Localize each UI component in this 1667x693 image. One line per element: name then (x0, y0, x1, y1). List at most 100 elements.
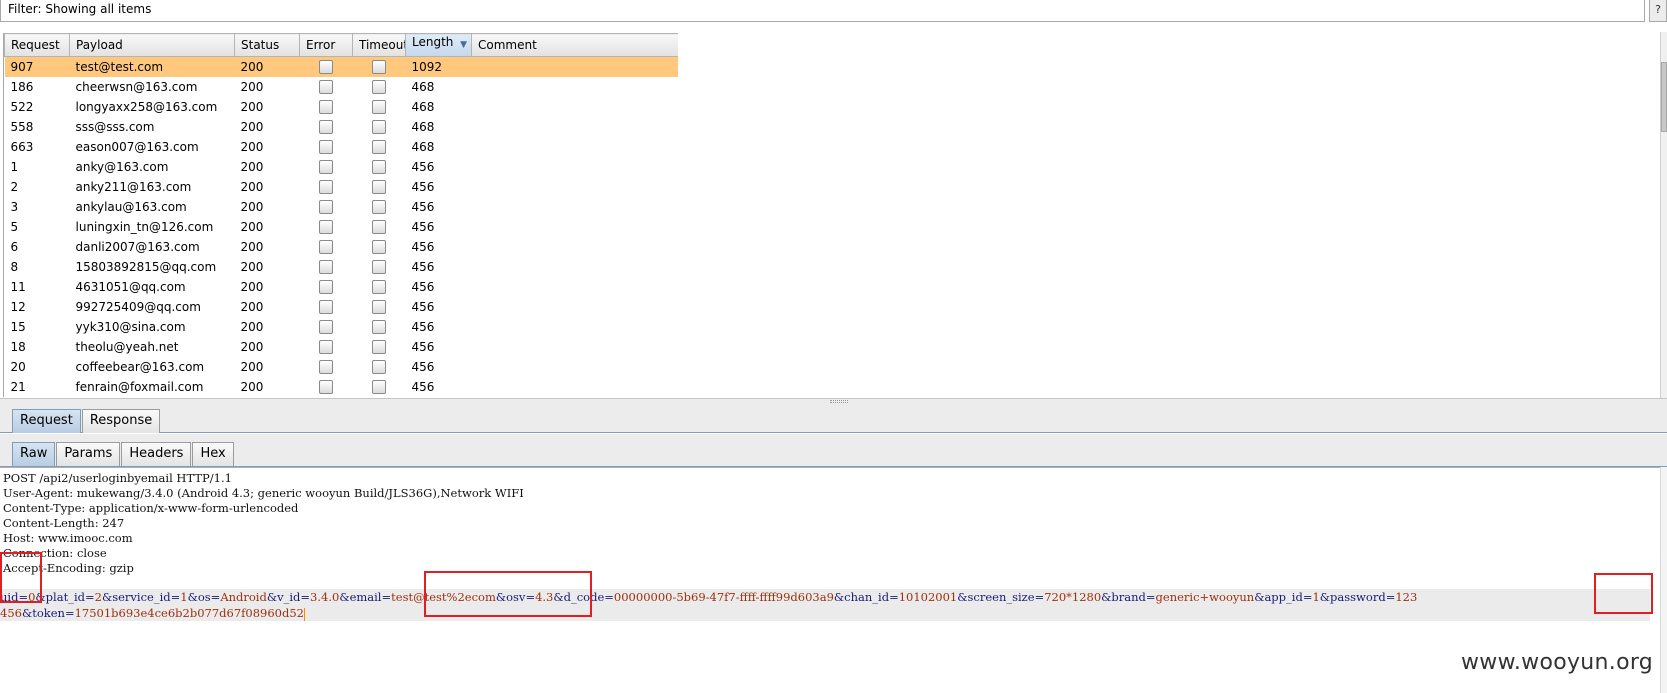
cell-payload: cheerwsn@163.com (75, 79, 198, 94)
table-row[interactable]: 20 coffeebear@163.com 200 456 (5, 357, 679, 377)
param-equals: = (1385, 590, 1396, 604)
cell-length: 456 (411, 339, 435, 354)
error-checkbox[interactable] (319, 299, 333, 314)
cell-length: 456 (411, 299, 435, 314)
tab-view-hex[interactable]: Hex (192, 442, 234, 466)
tab-request[interactable]: Request (12, 409, 81, 433)
param-value: 123 (1395, 590, 1418, 604)
cell-payload: 4631051@qq.com (75, 279, 186, 294)
table-body: 907 test@test.com 200 1092 186 cheerwsn@163.c… (4, 56, 679, 397)
table-row[interactable]: 907 test@test.com 200 1092 (4, 56, 678, 77)
timeout-checkbox[interactable] (372, 179, 386, 194)
table-row[interactable]: 5 luningxin_tn@126.com 200 456 (5, 217, 679, 237)
table-row[interactable]: 558 sss@sss.com 200 468 (5, 117, 679, 137)
param-name: v_id (277, 590, 301, 604)
table-row[interactable]: 663 eason007@163.com 200 468 (5, 137, 679, 157)
timeout-checkbox[interactable] (372, 99, 386, 114)
error-checkbox[interactable] (319, 79, 333, 94)
raw-message-editor[interactable]: POST /api2/userloginbyemail HTTP/1.1 User… (0, 467, 1667, 693)
table-row[interactable]: 21 fenrain@foxmail.com 200 456 (5, 377, 679, 397)
timeout-checkbox[interactable] (372, 259, 386, 274)
table-row[interactable]: 522 longyaxx258@163.com 200 468 (5, 97, 679, 117)
cell-payload: coffeebear@163.com (75, 359, 205, 374)
error-checkbox[interactable] (319, 359, 333, 374)
tab-view-raw[interactable]: Raw (12, 442, 56, 466)
cell-comment (472, 117, 679, 137)
cell-payload: danli2007@163.com (75, 239, 200, 254)
table-scrollbar-thumb[interactable] (1661, 62, 1667, 132)
error-cell (300, 317, 353, 337)
table-row[interactable]: 11 4631051@qq.com 200 456 (5, 277, 679, 297)
error-checkbox[interactable] (319, 119, 333, 134)
table-row[interactable]: 12 992725409@qq.com 200 456 (5, 297, 679, 317)
filter-bar[interactable]: Filter: Showing all items (0, 0, 1645, 22)
timeout-checkbox[interactable] (372, 199, 386, 214)
error-checkbox[interactable] (319, 219, 333, 234)
cell-length: 456 (411, 179, 435, 194)
column-header-request[interactable]: Request (4, 33, 70, 57)
error-checkbox[interactable] (319, 379, 333, 394)
table-row[interactable]: 186 cheerwsn@163.com 200 468 (5, 77, 679, 97)
table-row[interactable]: 2 anky211@163.com 200 456 (5, 177, 679, 197)
timeout-checkbox[interactable] (372, 359, 386, 374)
timeout-checkbox[interactable] (372, 279, 386, 294)
column-header-length[interactable]: Length ▼ (405, 33, 472, 57)
tab-view-headers[interactable]: Headers (121, 442, 192, 466)
table-row[interactable]: 6 danli2007@163.com 200 456 (5, 237, 679, 257)
error-checkbox[interactable] (319, 139, 333, 154)
error-checkbox[interactable] (319, 339, 333, 354)
cell-request: 907 (4, 56, 70, 77)
column-header-timeout[interactable]: Timeout (352, 33, 406, 57)
error-checkbox[interactable] (319, 319, 333, 334)
error-checkbox[interactable] (319, 179, 333, 194)
table-row[interactable]: 1 anky@163.com 200 456 (5, 157, 679, 177)
timeout-checkbox[interactable] (372, 60, 386, 74)
highlight-box-email (424, 571, 592, 617)
table-vertical-scrollbar[interactable] (1660, 32, 1667, 398)
error-cell (300, 217, 353, 237)
error-checkbox[interactable] (319, 99, 333, 114)
timeout-checkbox[interactable] (372, 119, 386, 134)
pane-splitter[interactable] (0, 398, 1667, 405)
timeout-checkbox[interactable] (372, 79, 386, 94)
error-checkbox[interactable] (319, 279, 333, 294)
timeout-checkbox[interactable] (372, 159, 386, 174)
table-row[interactable]: 8 15803892815@qq.com 200 456 (5, 257, 679, 277)
error-checkbox[interactable] (319, 199, 333, 214)
column-header-error[interactable]: Error (299, 33, 353, 57)
timeout-checkbox[interactable] (372, 379, 386, 394)
error-checkbox[interactable] (319, 259, 333, 274)
timeout-checkbox[interactable] (372, 219, 386, 234)
cell-length: 456 (411, 239, 435, 254)
error-cell (300, 97, 353, 117)
cell-request: 11 (10, 279, 26, 294)
splitter-grip[interactable] (830, 400, 848, 403)
column-header-comment[interactable]: Comment (471, 33, 678, 57)
param-value: 10102001 (898, 590, 958, 604)
tab-response[interactable]: Response (81, 409, 161, 433)
timeout-checkbox[interactable] (372, 139, 386, 154)
timeout-checkbox[interactable] (372, 239, 386, 254)
timeout-checkbox[interactable] (372, 319, 386, 334)
filter-help-button[interactable]: ? (1649, 0, 1667, 22)
timeout-cell (353, 357, 406, 377)
column-header-status[interactable]: Status (234, 33, 300, 57)
table-row[interactable]: 3 ankylau@163.com 200 456 (5, 197, 679, 217)
results-table: Request Payload Status Error Timeout Length ▼ C… (4, 33, 678, 397)
table-row[interactable]: 18 theolu@yeah.net 200 456 (5, 337, 679, 357)
cell-comment (472, 257, 679, 277)
raw-vertical-scrollbar[interactable] (1660, 467, 1667, 693)
timeout-checkbox[interactable] (372, 299, 386, 314)
cell-request: 3 (10, 199, 19, 214)
column-header-payload[interactable]: Payload (69, 33, 235, 57)
tab-view-params[interactable]: Params (56, 442, 121, 466)
cell-status: 200 (240, 259, 264, 274)
table-row[interactable]: 15 yyk310@sina.com 200 456 (5, 317, 679, 337)
error-checkbox[interactable] (319, 239, 333, 254)
cell-status: 200 (240, 79, 264, 94)
cell-status: 200 (240, 199, 264, 214)
error-checkbox[interactable] (319, 60, 333, 74)
timeout-checkbox[interactable] (372, 339, 386, 354)
column-header-label: Error (306, 38, 336, 52)
error-checkbox[interactable] (319, 159, 333, 174)
